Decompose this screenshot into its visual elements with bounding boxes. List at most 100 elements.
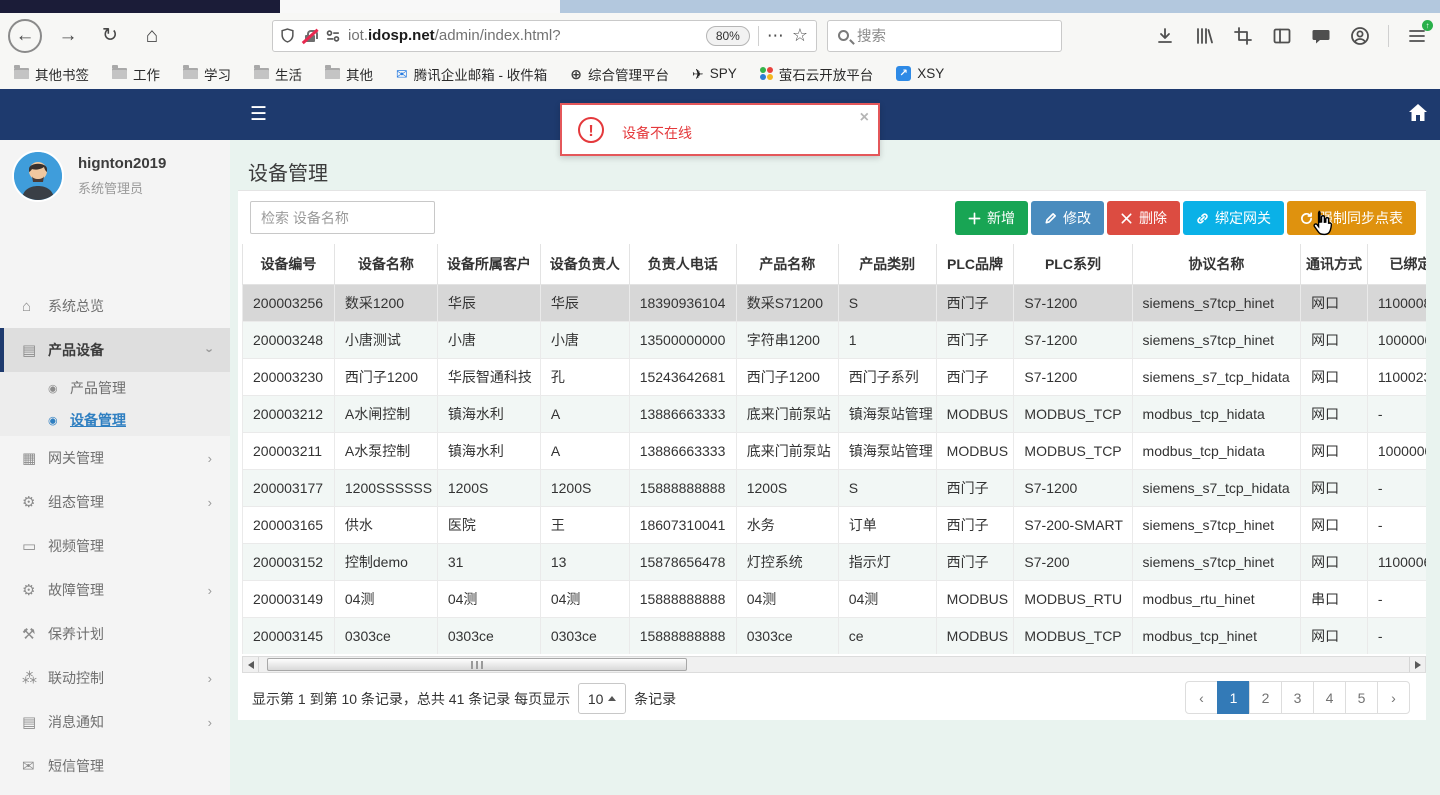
table-cell: S [837,283,937,322]
bookmark-label: 学习 [204,67,231,83]
table-row[interactable]: 200003165 供水 医院王 18607310041 水务 订单 西门子 S7-200-S… [242,505,1426,544]
bookmark-item[interactable]: ↗ XSY [896,66,944,81]
table-cell: 200003152 [242,542,335,581]
强制同步点表-button[interactable]: 强制同步点表 [1287,201,1416,235]
bookmark-item[interactable]: 学习 [183,64,231,84]
column-header: 负责人电话 [628,244,737,285]
bookmark-label: SPY [709,66,737,81]
table-row[interactable]: 200003152 控制demo 31 13 15878656478 灯控系统 指示灯 西门子… [242,542,1426,581]
permissions-icon[interactable] [326,29,340,43]
page-button-4[interactable]: 4 [1313,681,1346,714]
menu-icon[interactable]: ↑ [1406,19,1433,47]
sidebar-item-消息通知[interactable]: ▤ 消息通知 › [0,700,230,744]
sidebar-item-故障管理[interactable]: ⚙ 故障管理 › [0,568,230,612]
insecure-lock-icon[interactable] [302,29,318,43]
prev-page-button[interactable]: ‹ [1185,681,1218,714]
table-cell: siemens_s7tcp_hinet [1131,542,1302,581]
page-button-5[interactable]: 5 [1345,681,1378,714]
绑定网关-button[interactable]: 绑定网关 [1183,201,1284,235]
bookmark-item[interactable]: ✈ SPY [692,66,737,81]
table-cell: 200003145 [242,616,335,654]
table-cell: 200003165 [242,505,335,544]
table-row[interactable]: 200003212 A水闸控制 镇海水利 A 13886663333 底来门前泵站 镇海泵站… [242,394,1426,433]
download-icon[interactable] [1154,25,1176,47]
table-row[interactable]: 200003145 0303ce 0303ce 0303ce 15888888888 03… [242,616,1426,654]
pagination-controls: ‹ 1 2 3 4 5 › [1185,681,1410,714]
sidebar-item-产品设备[interactable]: ▤ 产品设备 › [0,328,230,372]
app-home-icon[interactable] [1408,103,1428,125]
table-cell: 水务 [735,505,839,544]
bookmark-item[interactable]: 其他书签 [14,64,89,84]
新增-button[interactable]: 新增 [955,201,1028,235]
sidebar-item-网关管理[interactable]: ▦ 网关管理 › [0,436,230,480]
sitemap-icon: ⁂ [22,670,37,687]
sidebar-item-产品管理[interactable]: ◉ 产品管理 [0,372,230,404]
scroll-left-arrow[interactable] [243,657,259,672]
back-button[interactable]: ← [8,18,42,53]
table-row[interactable]: 200003211 A水泵控制 镇海水利 A 13886663333 底来门前泵站 镇海泵站… [242,431,1426,470]
horizontal-scrollbar[interactable] [242,656,1426,673]
device-table-wrap: 设备编号 设备名称 设备所属客户 设备负责人 负责人电话 产品名称 产品类别 PLC品牌 PLC… [242,244,1426,654]
url-text[interactable]: iot.idosp.net/admin/index.html? [348,27,698,44]
device-search-input[interactable] [250,201,435,234]
删除-button[interactable]: 删除 [1107,201,1180,235]
alert-close-icon[interactable]: × [860,109,869,127]
table-cell: MODBUS_RTU [1013,579,1133,618]
library-icon[interactable] [1193,25,1215,47]
table-cell: 数采1200 [333,283,438,322]
bookmark-item[interactable]: ✉ 腾讯企业邮箱 - 收件箱 [396,64,547,84]
table-row[interactable]: 200003248 小唐测试 小唐 小唐 13500000000 字符串1200 1 西门子 S… [242,320,1426,359]
browser-search-input[interactable]: 搜索 [827,19,1062,52]
page-button-3[interactable]: 3 [1281,681,1314,714]
table-cell: 31 [436,542,541,581]
cogs-icon: ⚙ [22,494,36,511]
forward-button[interactable]: → [52,20,84,52]
messages-icon[interactable] [1310,25,1332,47]
shield-icon[interactable] [281,28,294,43]
sidebar-item-视频管理[interactable]: ▭ 视频管理 [0,524,230,568]
table-row[interactable]: 200003177 1200SSSSSS 1200S 1200S 15888888888… [242,468,1426,507]
cross-icon [1121,212,1132,224]
table-cell: 200003248 [242,320,335,359]
scrollbar-thumb[interactable] [267,658,687,671]
table-cell: siemens_s7tcp_hinet [1131,283,1302,322]
bookmark-item[interactable]: 其他 [325,64,373,84]
pagination-info-text: 显示第 1 到第 10 条记录，总共 41 条记录 每页显示 [252,690,571,707]
table-row[interactable]: 200003149 04测 04测 04测 15888888888 04测 04测 MODBU… [242,579,1426,618]
table-row[interactable]: 200003256 数采1200 华辰 华辰 18390936104 数采S71200 S 西… [242,283,1426,322]
table-cell: MODBUS_TCP [1013,431,1133,470]
修改-button[interactable]: 修改 [1031,201,1104,235]
bookmark-item[interactable]: 生活 [254,64,302,84]
zoom-level-badge[interactable]: 80% [705,25,750,46]
scroll-right-arrow[interactable] [1409,657,1425,672]
next-page-button[interactable]: › [1377,681,1410,714]
sidebar-item-设备管理[interactable]: ◉ 设备管理 [0,404,230,436]
sidebar-item-组态管理[interactable]: ⚙ 组态管理 › [0,480,230,524]
sidebar-item-系统总览[interactable]: ⌂ 系统总览 [0,284,230,328]
reload-button[interactable]: ↻ [94,20,126,52]
table-cell: 1000000 [1366,320,1426,359]
url-bar[interactable]: iot.idosp.net/admin/index.html? 80% ⋯ ☆ [272,19,817,52]
account-icon[interactable] [1349,25,1371,47]
bookmark-item[interactable]: 工作 [112,64,160,84]
bookmark-item[interactable]: 萤石云开放平台 [759,64,873,84]
sidebar-item-联动控制[interactable]: ⁂ 联动控制 › [0,656,230,700]
table-cell: 13886663333 [628,394,737,433]
page-button-1[interactable]: 1 [1217,681,1250,714]
sidebar-item-保养计划[interactable]: ⚒ 保养计划 [0,612,230,656]
page-button-2[interactable]: 2 [1249,681,1282,714]
bookmark-star-icon[interactable]: ☆ [792,25,808,46]
browser-home-button[interactable]: ⌂ [136,20,168,52]
chevron-down-icon: › [202,347,218,353]
sidebar-collapse-icon[interactable]: ☰ [250,104,267,125]
bookmark-item[interactable]: ⊕ 综合管理平台 [570,64,669,84]
table-cell: 华辰 [539,283,630,322]
table-cell: 小唐 [436,320,541,359]
table-cell: 指示灯 [837,542,937,581]
sidebar-toggle-icon[interactable] [1271,25,1293,47]
page-actions-icon[interactable]: ⋯ [767,26,784,46]
table-row[interactable]: 200003230 西门子1200 华辰智通科技孔 15243642681 西门子120… [242,357,1426,396]
per-page-select[interactable]: 10 [578,683,627,714]
screenshot-icon[interactable] [1232,25,1254,47]
sidebar-item-短信管理[interactable]: ✉ 短信管理 [0,744,230,788]
